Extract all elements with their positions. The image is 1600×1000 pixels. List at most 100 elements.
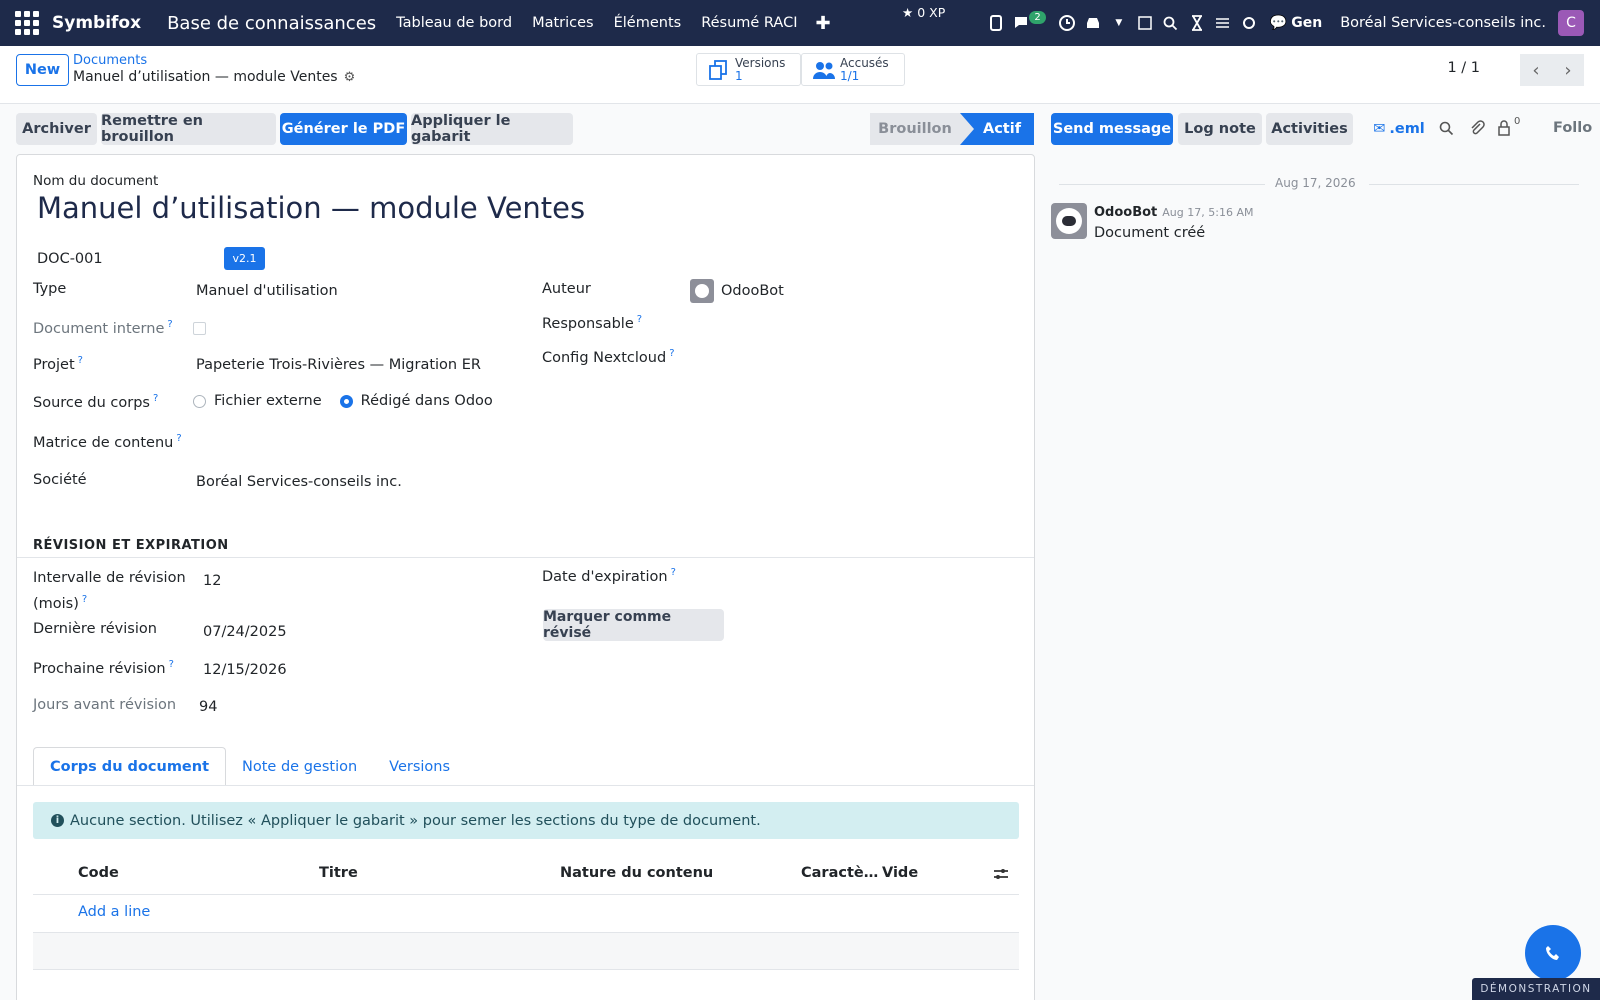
company-switcher[interactable]: Boréal Services-conseils inc. xyxy=(1340,15,1546,31)
interval-label: Intervalle de révision (mois)? xyxy=(33,570,186,612)
main-menu: Tableau de bord Matrices Éléments Résumé… xyxy=(396,15,797,31)
table-header-divider xyxy=(33,894,1019,895)
pager-next-button[interactable]: › xyxy=(1552,54,1584,86)
column-empty[interactable]: Vide xyxy=(882,865,918,881)
tab-management-note[interactable]: Note de gestion xyxy=(226,747,373,786)
add-icon[interactable]: ✚ xyxy=(815,13,830,34)
xp-counter[interactable]: ★ 0 XP xyxy=(902,5,945,20)
apply-template-button[interactable]: Appliquer le gabarit xyxy=(411,113,573,145)
hourglass-icon[interactable] xyxy=(1186,12,1208,34)
paperclip-icon[interactable] xyxy=(1469,120,1485,140)
expiry-date-label: Date d'expiration? xyxy=(542,567,676,585)
column-code[interactable]: Code xyxy=(78,865,119,881)
interval-field[interactable]: 12 xyxy=(203,573,221,589)
new-button[interactable]: New xyxy=(16,54,69,86)
acks-value: 1/1 xyxy=(840,68,860,83)
acks-label: Accusés xyxy=(840,55,889,70)
archive-button[interactable]: Archiver xyxy=(16,113,97,145)
type-field[interactable]: Manuel d'utilisation xyxy=(196,283,338,299)
column-characteristic[interactable]: Caractè… xyxy=(801,865,878,881)
breadcrumb-current: Manuel d’utilisation — module Ventes xyxy=(73,69,338,85)
column-content-nature[interactable]: Nature du contenu xyxy=(560,865,713,881)
document-name-label: Nom du document xyxy=(33,173,159,189)
caret-down-icon[interactable]: ▼ xyxy=(1108,12,1130,34)
app-menu-icon[interactable] xyxy=(14,10,40,36)
note-icon[interactable] xyxy=(1134,12,1156,34)
versions-value: 1 xyxy=(735,68,743,83)
app-title[interactable]: Base de connaissances xyxy=(167,13,376,34)
menu-elements[interactable]: Éléments xyxy=(614,15,682,31)
gear-icon[interactable]: ⚙ xyxy=(344,70,356,85)
project-field[interactable]: Papeterie Trois-Rivières — Migration ER xyxy=(196,357,481,373)
log-note-button[interactable]: Log note xyxy=(1178,113,1262,145)
mobile-icon[interactable] xyxy=(985,12,1007,34)
generate-pdf-button[interactable]: Générer le PDF xyxy=(280,113,407,145)
column-title[interactable]: Titre xyxy=(319,865,358,881)
clock-icon[interactable] xyxy=(1056,12,1078,34)
sliders-icon[interactable] xyxy=(1212,12,1234,34)
chatter-search-icon[interactable] xyxy=(1439,121,1454,140)
add-line-button[interactable]: Add a line xyxy=(78,904,150,920)
message-author[interactable]: OdooBot xyxy=(1094,205,1157,220)
follow-button[interactable]: Follo xyxy=(1553,120,1592,136)
followers-icon[interactable] xyxy=(1497,120,1511,140)
status-draft[interactable]: Brouillon xyxy=(870,113,960,145)
section-divider xyxy=(17,557,1034,558)
tab-document-body[interactable]: Corps du document xyxy=(33,747,227,786)
document-ref-field[interactable]: DOC-001 xyxy=(37,251,103,267)
brand-name: Symbifox xyxy=(52,13,142,33)
breadcrumb: Documents Manuel d’utilisation — module … xyxy=(73,53,355,85)
project-label: Projet? xyxy=(33,355,83,373)
date-separator: Aug 17, 2026 xyxy=(1059,174,1579,194)
author-field[interactable]: OdooBot xyxy=(690,279,784,303)
internal-doc-label: Document interne? xyxy=(33,319,173,337)
date-separator-text: Aug 17, 2026 xyxy=(1275,176,1356,190)
copy-icon xyxy=(709,59,727,80)
radio-external-file[interactable] xyxy=(193,394,206,408)
bug-icon[interactable] xyxy=(1238,12,1260,34)
pager-previous-button[interactable]: ‹ xyxy=(1520,54,1552,86)
revision-section-title: RÉVISION ET EXPIRATION xyxy=(33,538,229,553)
days-before-revision-field: 94 xyxy=(199,699,218,715)
menu-dashboard[interactable]: Tableau de bord xyxy=(396,15,512,31)
internal-doc-checkbox[interactable] xyxy=(193,322,206,335)
odoobot-avatar xyxy=(690,279,714,303)
brand-logo[interactable]: Symbifox xyxy=(52,13,546,478)
inbox-icon[interactable] xyxy=(1082,12,1104,34)
radio-written-in-odoo-label[interactable]: Rédigé dans Odoo xyxy=(361,393,493,409)
versions-smart-button[interactable]: Versions 1 xyxy=(696,53,801,86)
message-time: Aug 17, 5:16 AM xyxy=(1162,206,1254,219)
menu-matrices[interactable]: Matrices xyxy=(532,15,594,31)
phone-call-button[interactable] xyxy=(1525,925,1581,981)
gen-ai-button[interactable]: 💬 Gen xyxy=(1270,15,1322,31)
optional-columns-icon[interactable] xyxy=(993,867,1009,885)
user-avatar[interactable]: C xyxy=(1558,10,1584,36)
send-message-button[interactable]: Send message xyxy=(1051,113,1173,145)
radio-written-in-odoo[interactable] xyxy=(339,394,353,408)
menu-raci-summary[interactable]: Résumé RACI xyxy=(701,15,797,31)
eml-button[interactable]: ✉ .eml xyxy=(1359,113,1439,145)
pager-value[interactable]: 1 / 1 xyxy=(1447,60,1480,76)
activities-button[interactable]: Activities xyxy=(1266,113,1353,145)
status-active[interactable]: Actif xyxy=(960,113,1034,145)
mark-reviewed-button[interactable]: Marquer comme révisé xyxy=(543,609,724,641)
info-alert: i Aucune section. Utilisez « Appliquer l… xyxy=(33,802,1019,839)
next-revision-field[interactable]: 12/15/2026 xyxy=(203,662,287,678)
acks-smart-button[interactable]: Accusés 1/1 xyxy=(801,53,905,86)
demo-ribbon: DÉMONSTRATION xyxy=(1472,978,1600,1000)
breadcrumb-documents[interactable]: Documents xyxy=(73,53,355,68)
tabs-divider xyxy=(17,785,1034,786)
message-header: OdooBot Aug 17, 5:16 AM xyxy=(1094,205,1253,220)
tab-versions[interactable]: Versions xyxy=(373,747,466,786)
odoobot-message-avatar[interactable] xyxy=(1051,203,1087,239)
reset-draft-button[interactable]: Remettre en brouillon xyxy=(101,113,276,145)
body-source-radio-group: Fichier externe Rédigé dans Odoo xyxy=(193,393,493,409)
radio-external-file-label[interactable]: Fichier externe xyxy=(214,393,322,409)
info-alert-text: Aucune section. Utilisez « Appliquer le … xyxy=(70,812,761,829)
search-icon[interactable] xyxy=(1160,12,1182,34)
followers-count: 0 xyxy=(1514,116,1521,127)
document-name-field[interactable]: Manuel d’utilisation — module Ventes xyxy=(37,191,585,225)
company-field[interactable]: Boréal Services-conseils inc. xyxy=(196,474,402,490)
status-bar: Brouillon Actif xyxy=(870,113,1034,145)
last-revision-field[interactable]: 07/24/2025 xyxy=(203,624,287,640)
